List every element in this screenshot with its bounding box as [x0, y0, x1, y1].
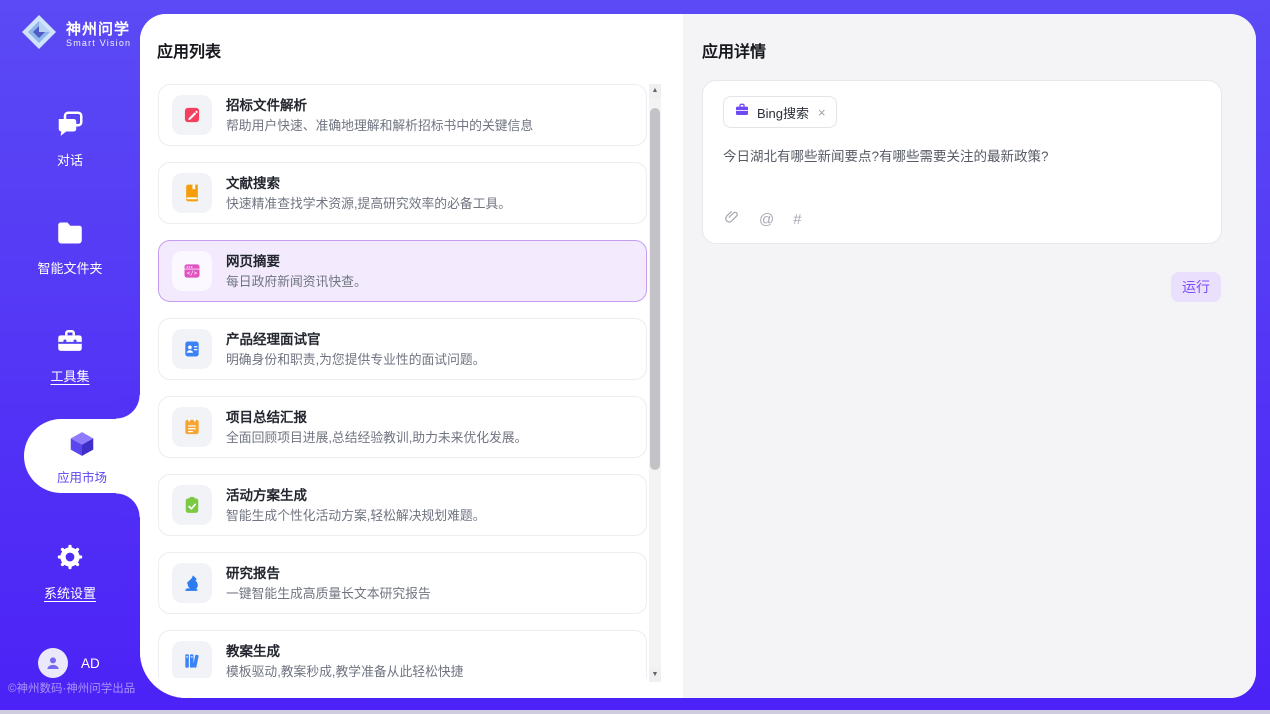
- gear-icon: [56, 558, 84, 575]
- brand-diamond-icon: [20, 13, 58, 56]
- app-desc: 帮助用户快速、准确地理解和解析招标书中的关键信息: [226, 117, 533, 134]
- scroll-down-icon[interactable]: ▼: [649, 668, 661, 682]
- sidebar-item-smart-folder[interactable]: 智能文件夹: [0, 220, 140, 277]
- window-bottom-edge: [0, 710, 1270, 714]
- browser-code-icon: </>: [172, 251, 212, 291]
- run-button[interactable]: 运行: [1171, 272, 1221, 302]
- user-account[interactable]: AD: [38, 648, 100, 678]
- books-icon: [172, 641, 212, 678]
- sidebar-item-label: 系统设置: [0, 583, 140, 602]
- book-icon: [172, 173, 212, 213]
- close-icon[interactable]: ×: [818, 105, 826, 120]
- scroll-up-icon[interactable]: ▲: [649, 84, 661, 98]
- sidebar-item-settings[interactable]: 系统设置: [0, 543, 140, 602]
- app-detail-panel: 应用详情 Bing搜索 × 今日湖北有哪些新闻要点?有哪些需要关注的最新政策?: [683, 14, 1256, 698]
- sidebar-item-label: 应用市场: [24, 467, 140, 486]
- sidebar-item-label: 对话: [0, 150, 140, 169]
- app-desc: 全面回顾项目进展,总结经验教训,助力未来优化发展。: [226, 429, 527, 446]
- toolbox-icon: [55, 341, 85, 358]
- mention-icon[interactable]: @: [759, 211, 774, 229]
- app-desc: 明确身份和职责,为您提供专业性的面试问题。: [226, 351, 486, 368]
- attachment-toolbar: @ #: [723, 208, 802, 231]
- chat-icon: [55, 125, 85, 142]
- app-card-literature-search[interactable]: 文献搜索 快速精准查找学术资源,提高研究效率的必备工具。: [158, 162, 647, 224]
- prompt-card[interactable]: Bing搜索 × 今日湖北有哪些新闻要点?有哪些需要关注的最新政策? @ #: [702, 80, 1222, 244]
- sidebar-item-app-market[interactable]: 应用市场: [24, 419, 140, 493]
- app-desc: 快速精准查找学术资源,提高研究效率的必备工具。: [226, 195, 511, 212]
- sidebar: 神州问学 Smart Vision 对话 智能文件夹: [0, 0, 140, 710]
- clipboard-check-icon: [172, 485, 212, 525]
- svg-text:</>: </>: [187, 271, 198, 277]
- app-card-list: 招标文件解析 帮助用户快速、准确地理解和解析招标书中的关键信息 文献搜索 快速精…: [158, 84, 647, 678]
- app-card-pm-interviewer[interactable]: 产品经理面试官 明确身份和职责,为您提供专业性的面试问题。: [158, 318, 647, 380]
- app-card-lesson-plan[interactable]: 教案生成 模板驱动,教案秒成,教学准备从此轻松快捷: [158, 630, 647, 678]
- prompt-input[interactable]: 今日湖北有哪些新闻要点?有哪些需要关注的最新政策?: [723, 147, 1201, 166]
- main-panel: 应用列表 招标文件解析 帮助用户快速、准确地理解和解析招标书中的关键信息: [140, 14, 1256, 698]
- app-title: 网页摘要: [226, 253, 367, 270]
- active-blob-curve-bottom: [116, 493, 140, 517]
- app-title: 教案生成: [226, 643, 463, 660]
- app-title: 文献搜索: [226, 175, 511, 192]
- app-title: 招标文件解析: [226, 97, 533, 114]
- user-initials: AD: [81, 656, 100, 671]
- brand-name: 神州问学: [66, 21, 131, 38]
- app-desc: 智能生成个性化活动方案,轻松解决规划难题。: [226, 507, 486, 524]
- folder-icon: [55, 233, 85, 250]
- app-card-research-report[interactable]: 研究报告 一键智能生成高质量长文本研究报告: [158, 552, 647, 614]
- app-title: 产品经理面试官: [226, 331, 486, 348]
- app-card-project-summary[interactable]: 项目总结汇报 全面回顾项目进展,总结经验教训,助力未来优化发展。: [158, 396, 647, 458]
- app-detail-title: 应用详情: [702, 38, 766, 62]
- scrollbar-thumb[interactable]: [650, 108, 660, 470]
- app-list-panel: 应用列表 招标文件解析 帮助用户快速、准确地理解和解析招标书中的关键信息: [140, 14, 683, 698]
- app-title: 项目总结汇报: [226, 409, 527, 426]
- sidebar-item-chat[interactable]: 对话: [0, 110, 140, 169]
- app-desc: 一键智能生成高质量长文本研究报告: [226, 585, 431, 602]
- app-desc: 每日政府新闻资讯快查。: [226, 273, 367, 290]
- app-title: 研究报告: [226, 565, 431, 582]
- tool-chip-bing-search[interactable]: Bing搜索 ×: [723, 96, 837, 128]
- brand-logo: 神州问学 Smart Vision: [20, 13, 131, 56]
- paperclip-icon[interactable]: [723, 208, 740, 231]
- pen-square-icon: [172, 95, 212, 135]
- tool-chip-label: Bing搜索: [757, 103, 809, 122]
- microscope-icon: [172, 563, 212, 603]
- app-list-scrollbar[interactable]: ▲ ▼: [649, 84, 661, 682]
- app-card-tender-analysis[interactable]: 招标文件解析 帮助用户快速、准确地理解和解析招标书中的关键信息: [158, 84, 647, 146]
- briefcase-icon: [734, 102, 750, 123]
- sidebar-item-toolset[interactable]: 工具集: [0, 328, 140, 385]
- app-list-title: 应用列表: [157, 38, 221, 62]
- sidebar-item-label: 工具集: [0, 366, 140, 385]
- app-title: 活动方案生成: [226, 487, 486, 504]
- brand-tagline: Smart Vision: [66, 38, 131, 48]
- copyright-text: ©神州数码·神州问学出品: [8, 680, 135, 696]
- active-blob-curve-top: [116, 395, 140, 419]
- report-note-icon: [172, 407, 212, 447]
- app-desc: 模板驱动,教案秒成,教学准备从此轻松快捷: [226, 663, 463, 679]
- cube-icon: [67, 446, 97, 463]
- hashtag-icon[interactable]: #: [793, 211, 801, 229]
- app-card-web-summary[interactable]: </> 网页摘要 每日政府新闻资讯快查。: [158, 240, 647, 302]
- clipboard-user-icon: [172, 329, 212, 369]
- sidebar-item-label: 智能文件夹: [0, 258, 140, 277]
- app-card-event-plan[interactable]: 活动方案生成 智能生成个性化活动方案,轻松解决规划难题。: [158, 474, 647, 536]
- avatar: [38, 648, 68, 678]
